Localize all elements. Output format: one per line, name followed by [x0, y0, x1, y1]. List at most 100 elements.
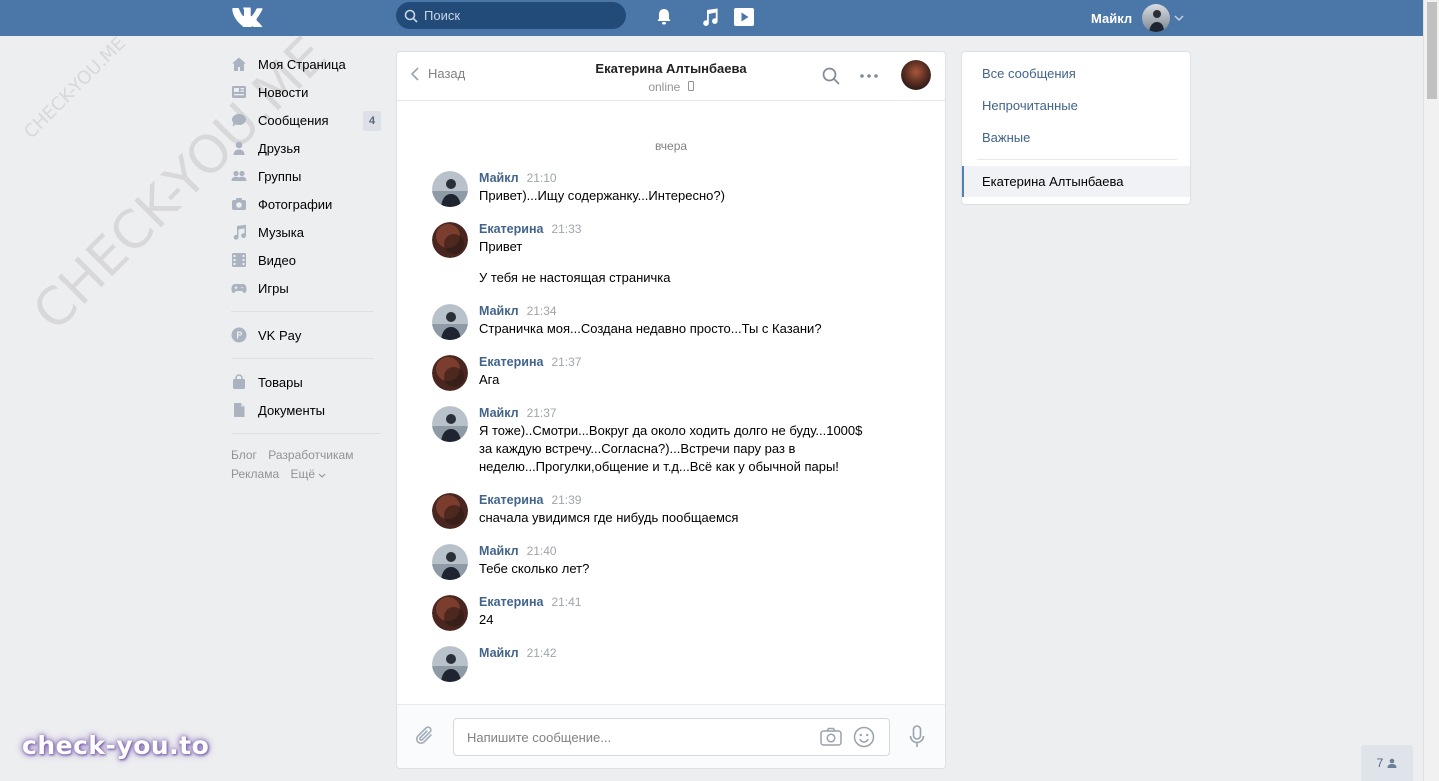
peer-avatar[interactable] [432, 355, 468, 391]
message-history[interactable]: вчера Майкл 21:10 Привет)...Ищу содержанку… [397, 102, 945, 707]
sidebar-item-label: VK Pay [258, 327, 302, 343]
search-input[interactable] [424, 8, 614, 23]
message-author[interactable]: Екатерина [479, 355, 543, 369]
search-icon[interactable] [822, 67, 840, 85]
sidebar-item-friends[interactable]: Друзья [231, 134, 381, 162]
message-item[interactable]: Екатерина 21:39 сначала увидимся где нибуд… [397, 493, 945, 529]
message-item[interactable]: Майкл 21:37 Я тоже)..Смотри...Вокруг да ок… [397, 406, 945, 476]
chat-panel: Назад Екатерина Алтынбаева online вчера … [396, 51, 946, 769]
sidebar-item-music[interactable]: Музыка [231, 218, 381, 246]
paperclip-icon[interactable] [415, 725, 435, 747]
message-item[interactable]: Майкл 21:10 Привет)...Ищу содержанку...Инт… [397, 171, 945, 207]
message-input[interactable] [454, 719, 794, 755]
left-sidebar: Моя Страница Новости Сообщения 4 Друзья … [231, 50, 381, 484]
my-avatar[interactable] [432, 406, 468, 442]
message-meta: Екатерина 21:41 [479, 595, 945, 611]
message-item[interactable]: Майкл 21:34 Страничка моя...Создана недавн… [397, 304, 945, 340]
peer-status-text: online [648, 80, 681, 94]
sidebar-item-documents[interactable]: Документы [231, 396, 381, 424]
chevron-down-icon [318, 473, 326, 478]
message-item[interactable]: Екатерина 21:41 24 [397, 595, 945, 631]
message-item[interactable]: Екатерина 21:33 Привет У тебя не настоящая … [397, 222, 945, 287]
message-text: Привет)...Ищу содержанку...Интересно?) [479, 188, 725, 203]
message-author[interactable]: Майкл [479, 646, 519, 660]
message-author[interactable]: Екатерина [479, 493, 543, 507]
messages-filter-menu: Все сообщения Непрочитанные Важные Екате… [961, 51, 1191, 205]
mobile-icon [687, 81, 694, 91]
peer-avatar[interactable] [432, 222, 468, 258]
vk-logo-icon[interactable] [231, 5, 265, 27]
footer-link-more[interactable]: Ещё [290, 467, 326, 481]
filter-all-messages[interactable]: Все сообщения [982, 66, 1076, 81]
sidebar-item-my-page[interactable]: Моя Страница [231, 50, 381, 78]
my-avatar[interactable] [432, 304, 468, 340]
page-scrollbar[interactable] [1423, 0, 1439, 781]
sidebar-item-news[interactable]: Новости [231, 78, 381, 106]
footer-link-developers[interactable]: Разработчикам [268, 448, 353, 462]
sidebar-item-messages[interactable]: Сообщения 4 [231, 106, 381, 134]
bell-icon[interactable] [653, 6, 675, 28]
message-list: Майкл 21:10 Привет)...Ищу содержанку...Инт… [397, 171, 945, 682]
sidebar-item-goods[interactable]: Товары [231, 368, 381, 396]
message-item[interactable]: Екатерина 21:37 Ага [397, 355, 945, 391]
home-icon [231, 56, 247, 72]
message-time[interactable]: 21:10 [527, 171, 557, 185]
sidebar-item-label: Музыка [258, 224, 304, 240]
camera-icon[interactable] [820, 727, 842, 747]
footer-link-ads[interactable]: Реклама [231, 467, 279, 481]
music-icon [231, 224, 247, 240]
message-meta: Екатерина 21:33 [479, 222, 945, 238]
message-meta: Екатерина 21:37 [479, 355, 945, 371]
message-author[interactable]: Майкл [479, 171, 519, 185]
message-author[interactable]: Майкл [479, 406, 519, 420]
message-author[interactable]: Екатерина [479, 595, 543, 609]
sidebar-item-label: Товары [258, 374, 303, 390]
play-icon[interactable] [733, 6, 755, 28]
message-time[interactable]: 21:34 [527, 304, 557, 318]
sidebar-item-groups[interactable]: Группы [231, 162, 381, 190]
more-icon[interactable] [859, 67, 879, 85]
peer-avatar[interactable] [432, 595, 468, 631]
peer-avatar[interactable] [901, 60, 931, 90]
messages-icon [231, 112, 247, 128]
message-meta: Майкл 21:40 [479, 544, 945, 560]
sidebar-item-vkpay[interactable]: VK Pay [231, 321, 381, 349]
my-avatar[interactable] [432, 171, 468, 207]
person-icon [1387, 758, 1397, 768]
user-menu[interactable]: Майкл [1091, 0, 1184, 36]
message-time[interactable]: 21:33 [551, 222, 581, 236]
my-avatar[interactable] [432, 544, 468, 580]
message-item[interactable]: Майкл 21:40 Тебе сколько лет? [397, 544, 945, 580]
filter-unread[interactable]: Непрочитанные [982, 98, 1078, 113]
sidebar-item-label: Фотографии [258, 196, 333, 212]
message-time[interactable]: 21:42 [527, 646, 557, 660]
sidebar-item-photos[interactable]: Фотографии [231, 190, 381, 218]
sidebar-item-games[interactable]: Игры [231, 274, 381, 302]
sidebar-item-video[interactable]: Видео [231, 246, 381, 274]
search-box[interactable] [396, 2, 626, 29]
sidebar-item-label: Друзья [258, 140, 301, 156]
message-time[interactable]: 21:39 [551, 493, 581, 507]
message-time[interactable]: 21:37 [527, 406, 557, 420]
message-author[interactable]: Майкл [479, 304, 519, 318]
microphone-icon[interactable] [909, 725, 925, 749]
sidebar-item-label: Группы [258, 168, 302, 184]
my-avatar[interactable] [432, 646, 468, 682]
message-text: 24 [479, 612, 494, 627]
message-author[interactable]: Екатерина [479, 222, 543, 236]
footer-link-blog[interactable]: Блог [231, 448, 257, 462]
message-input-box[interactable] [453, 718, 890, 756]
online-friends-button[interactable]: 7 [1361, 745, 1413, 781]
message-time[interactable]: 21:40 [527, 544, 557, 558]
message-time[interactable]: 21:37 [551, 355, 581, 369]
emoji-icon[interactable] [853, 726, 875, 748]
peer-avatar[interactable] [432, 493, 468, 529]
filter-important[interactable]: Важные [982, 130, 1030, 145]
message-time[interactable]: 21:41 [551, 595, 581, 609]
active-conversation-item[interactable]: Екатерина Алтынбаева [962, 166, 1190, 197]
composer [397, 704, 945, 768]
message-item[interactable]: Майкл 21:42 [397, 646, 945, 682]
music-note-icon[interactable] [699, 6, 721, 28]
scrollbar-thumb[interactable] [1427, 2, 1437, 99]
message-author[interactable]: Майкл [479, 544, 519, 558]
